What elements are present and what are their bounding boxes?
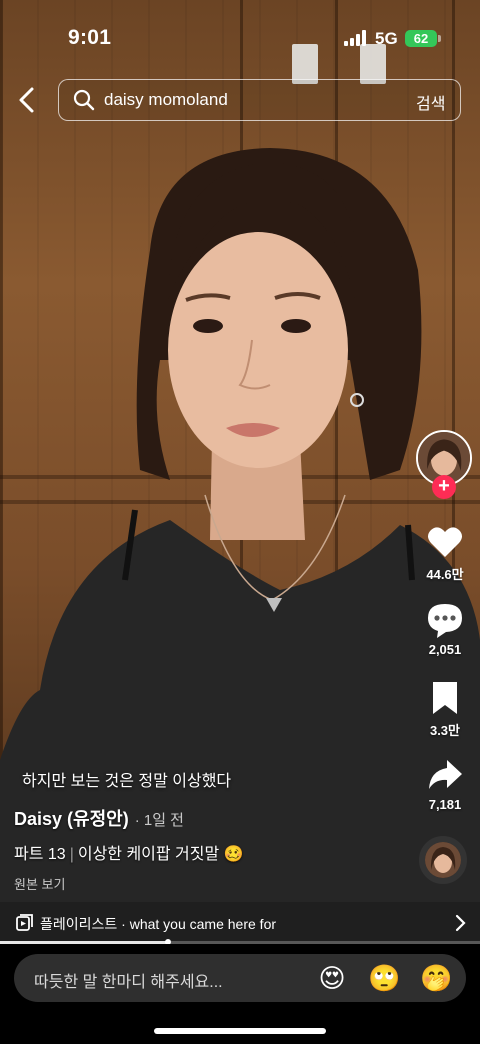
caption-emoji: 🥴	[223, 846, 244, 863]
like-button[interactable]: 44.6만	[412, 522, 478, 583]
battery-cap	[438, 35, 441, 42]
search-button[interactable]: 검색	[416, 90, 445, 114]
video-caption[interactable]: 파트 13 | 이상한 케이팝 거짓말 🥴	[14, 840, 244, 864]
battery-icon: 62	[405, 30, 437, 47]
playlist-label: 플레이리스트 · what you came here for	[40, 916, 277, 932]
search-input[interactable]: daisy momoland 검색	[58, 79, 461, 121]
back-arrow-icon[interactable]	[14, 86, 40, 114]
music-disc[interactable]	[419, 836, 467, 884]
bookmark-icon	[433, 682, 457, 714]
like-count: 44.6만	[426, 567, 464, 582]
emoji-eye-roll-button[interactable]: 🙄	[368, 962, 400, 994]
author-line: Daisy (유정안) · 1일 전	[14, 805, 184, 831]
battery-level: 62	[413, 31, 429, 46]
heart-icon	[428, 527, 462, 557]
share-count: 7,181	[428, 797, 462, 812]
network-type: 5G	[375, 29, 398, 48]
playlist-bar[interactable]: 플레이리스트 · what you came here for	[0, 902, 480, 944]
caption-text: 이상한 케이팝 거짓말	[77, 846, 220, 863]
comment-icon	[428, 604, 462, 638]
caption-separator: |	[69, 846, 74, 863]
author-name[interactable]: Daisy (유정안)	[14, 809, 129, 829]
comment-input[interactable]: 따듯한 말 한마디 해주세요... 😍 🙄 🤭	[14, 954, 466, 1002]
share-button[interactable]: 7,181	[412, 755, 478, 812]
video-background[interactable]	[0, 0, 480, 944]
comment-placeholder: 따듯한 말 한마디 해주세요...	[34, 974, 223, 991]
status-time: 9:01	[68, 26, 112, 49]
video-subtitle: 하지만 보는 것은 정말 이상했다	[22, 773, 232, 790]
comment-button[interactable]: 2,051	[412, 600, 478, 657]
search-query[interactable]: daisy momoland	[104, 90, 228, 110]
follow-button[interactable]: +	[432, 475, 456, 499]
search-icon	[73, 89, 95, 111]
save-button[interactable]: 3.3만	[412, 678, 478, 739]
playlist-icon	[16, 914, 33, 931]
chevron-right-icon	[455, 914, 466, 932]
person-figure	[0, 148, 480, 944]
posted-time: · 1일 전	[134, 812, 184, 829]
emoji-hand-over-mouth-button[interactable]: 🤭	[420, 962, 452, 994]
status-bar: 9:01 5G 62	[0, 0, 480, 64]
view-original-link[interactable]: 원본 보기	[14, 874, 65, 893]
caption-part: 파트 13	[14, 846, 66, 863]
emoji-heart-eyes-button[interactable]: 😍	[316, 962, 348, 994]
bottom-bar: 따듯한 말 한마디 해주세요... 😍 🙄 🤭	[0, 944, 480, 1044]
share-arrow-icon	[429, 760, 462, 789]
signal-icon	[344, 30, 368, 46]
comment-count: 2,051	[428, 642, 462, 657]
home-indicator	[154, 1028, 326, 1034]
save-count: 3.3만	[429, 723, 461, 738]
